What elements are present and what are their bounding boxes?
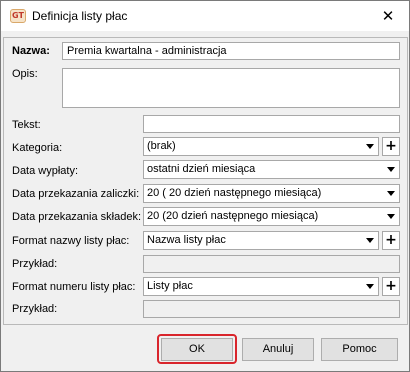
format-nazwy-select[interactable]: Nazwa listy płac: [143, 231, 379, 250]
add-kategoria-button[interactable]: +: [382, 137, 400, 156]
chevron-down-icon: [366, 238, 374, 243]
kategoria-label: Kategoria:: [12, 142, 63, 154]
kategoria-select[interactable]: (brak): [143, 137, 379, 156]
help-button[interactable]: Pomoc: [321, 338, 398, 361]
opis-textarea[interactable]: [62, 68, 400, 108]
data-zaliczki-value: 20 ( 20 dzień następnego miesiąca): [147, 187, 322, 199]
przyklad-nazwy-field: [143, 255, 400, 273]
data-wyplaty-value: ostatni dzień miesiąca: [147, 163, 256, 175]
przyklad-nazwy-label: Przykład:: [12, 258, 58, 270]
format-numeru-label: Format numeru listy płac:: [12, 281, 136, 293]
format-nazwy-label: Format nazwy listy płac:: [12, 235, 130, 247]
chevron-down-icon: [366, 284, 374, 289]
window-title: Definicja listy płac: [32, 9, 128, 23]
przyklad-numeru-field: [143, 300, 400, 318]
data-skladek-value: 20 (20 dzień następnego miesiąca): [147, 210, 319, 222]
add-format-numeru-button[interactable]: +: [382, 277, 400, 296]
form-panel: Nazwa: Premia kwartalna - administracja …: [3, 37, 408, 325]
data-skladek-select[interactable]: 20 (20 dzień następnego miesiąca): [143, 207, 400, 226]
kategoria-value: (brak): [147, 140, 176, 152]
app-logo-icon: GT: [10, 9, 26, 23]
ok-button[interactable]: OK: [161, 338, 233, 361]
chevron-down-icon: [387, 214, 395, 219]
add-format-nazwy-button[interactable]: +: [382, 231, 400, 250]
data-skladek-label: Data przekazania składek:: [12, 211, 142, 223]
data-zaliczki-label: Data przekazania zaliczki:: [12, 188, 140, 200]
format-nazwy-value: Nazwa listy płac: [147, 234, 226, 246]
chevron-down-icon: [387, 191, 395, 196]
cancel-button[interactable]: Anuluj: [242, 338, 314, 361]
tekst-label: Tekst:: [12, 119, 41, 131]
chevron-down-icon: [387, 167, 395, 172]
nazwa-input[interactable]: Premia kwartalna - administracja: [62, 42, 400, 60]
opis-label: Opis:: [12, 68, 38, 80]
przyklad-numeru-label: Przykład:: [12, 303, 58, 315]
data-zaliczki-select[interactable]: 20 ( 20 dzień następnego miesiąca): [143, 184, 400, 203]
chevron-down-icon: [366, 144, 374, 149]
title-bar: GT Definicja listy płac ✕: [1, 1, 409, 31]
dialog-window: GT Definicja listy płac ✕ Nazwa: Premia …: [0, 0, 410, 372]
format-numeru-select[interactable]: Listy płac: [143, 277, 379, 296]
nazwa-label: Nazwa:: [12, 45, 50, 57]
format-numeru-value: Listy płac: [147, 280, 193, 292]
tekst-input[interactable]: [143, 115, 400, 133]
close-icon[interactable]: ✕: [371, 3, 405, 29]
data-wyplaty-select[interactable]: ostatni dzień miesiąca: [143, 160, 400, 179]
data-wyplaty-label: Data wypłaty:: [12, 165, 79, 177]
